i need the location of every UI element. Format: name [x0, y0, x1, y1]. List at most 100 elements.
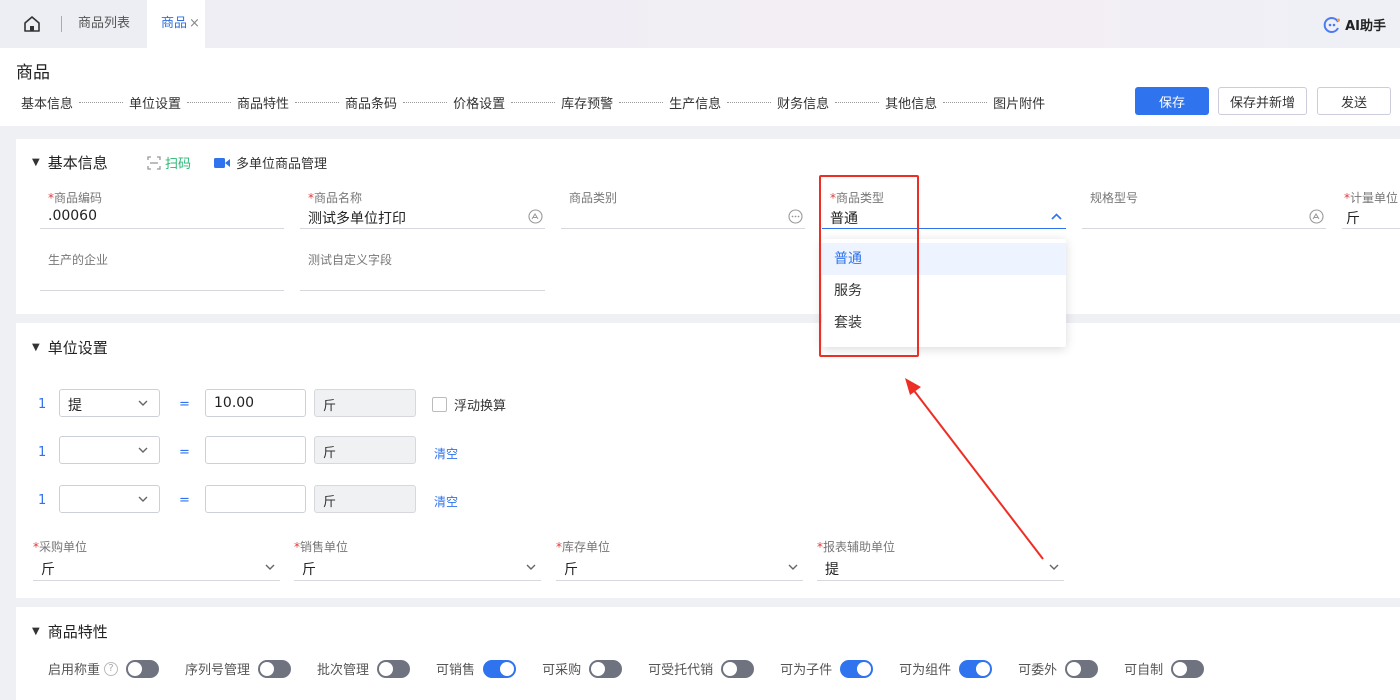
- switch-serial[interactable]: 序列号管理: [185, 659, 292, 678]
- ai-helper-icon: [1323, 16, 1341, 33]
- unit-ratio-number: 1: [38, 445, 47, 460]
- tab-product-list[interactable]: 商品列表: [78, 0, 130, 48]
- save-button[interactable]: 保存: [1135, 87, 1209, 115]
- base-unit-readonly: 斤: [314, 485, 416, 513]
- switch-outsource[interactable]: 可委外: [1018, 659, 1099, 678]
- step-attachments[interactable]: 图片附件: [993, 93, 1045, 112]
- switch-subpart[interactable]: 可为子件: [780, 659, 874, 678]
- measure-unit-field[interactable]: *计量单位 斤: [1342, 189, 1400, 229]
- equals-sign: =: [179, 493, 190, 508]
- unit-quantity-input[interactable]: [205, 485, 306, 513]
- step-price[interactable]: 价格设置: [453, 93, 505, 112]
- spec-model-field[interactable]: 规格型号: [1082, 189, 1326, 229]
- switch-self-made[interactable]: 可自制: [1124, 659, 1205, 678]
- field-label: 商品编码: [54, 191, 103, 205]
- feature-switch-row: 启用称重 ? 序列号管理 批次管理 可销售 可采购 可受托代销 可为子件 可为组…: [48, 659, 1230, 678]
- switch-consignment[interactable]: 可受托代销: [648, 659, 755, 678]
- help-icon[interactable]: ?: [104, 661, 119, 676]
- send-button[interactable]: 发送: [1317, 87, 1391, 115]
- close-icon[interactable]: ×: [189, 16, 200, 31]
- toggle[interactable]: [1065, 659, 1099, 678]
- basic-info-header[interactable]: ▼ 基本信息: [32, 152, 108, 173]
- multi-unit-label: 多单位商品管理: [236, 157, 328, 172]
- scan-button[interactable]: 扫码: [147, 153, 191, 172]
- translate-icon[interactable]: [1309, 209, 1324, 224]
- step-divider: [835, 102, 880, 103]
- custom-field[interactable]: 测试自定义字段: [300, 251, 545, 291]
- unit-quantity-input[interactable]: 10.00: [205, 389, 306, 417]
- switch-component[interactable]: 可为组件: [899, 659, 993, 678]
- switch-weighing[interactable]: 启用称重 ?: [48, 659, 160, 678]
- unit-select-value: 提: [68, 398, 82, 414]
- base-unit-readonly: 斤: [314, 436, 416, 464]
- float-conversion-checkbox[interactable]: 浮动换算: [432, 395, 506, 414]
- basic-info-section: ▼ 基本信息 扫码 多单位商品管理 *商品编码 .00060 *商品名称 测试多…: [16, 139, 1400, 314]
- product-features-section: ▼ 商品特性 启用称重 ? 序列号管理 批次管理 可销售 可采购 可受托代销 可…: [16, 607, 1400, 700]
- home-icon[interactable]: [22, 14, 42, 34]
- report-aux-unit-field[interactable]: *报表辅助单位 提: [817, 535, 1064, 581]
- manufacturer-field[interactable]: 生产的企业: [40, 251, 284, 291]
- step-production[interactable]: 生产信息: [669, 93, 721, 112]
- more-icon[interactable]: [788, 209, 803, 224]
- base-unit-value: 斤: [323, 495, 337, 510]
- toggle[interactable]: [126, 659, 160, 678]
- tab-product[interactable]: 商品 ×: [147, 0, 205, 48]
- switch-saleable[interactable]: 可销售: [436, 659, 517, 678]
- toggle[interactable]: [258, 659, 292, 678]
- step-other[interactable]: 其他信息: [885, 93, 937, 112]
- unit-select[interactable]: 提: [59, 389, 160, 417]
- ai-helper-button[interactable]: AI助手: [1323, 15, 1386, 34]
- switch-label: 批次管理: [317, 663, 370, 678]
- ai-helper-label: AI助手: [1345, 19, 1386, 34]
- step-unit-settings[interactable]: 单位设置: [129, 93, 181, 112]
- field-label: 测试自定义字段: [308, 253, 393, 267]
- field-label: 规格型号: [1090, 191, 1139, 205]
- switch-label: 启用称重: [48, 663, 101, 678]
- toggle-knob: [723, 661, 738, 676]
- unit-select[interactable]: [59, 485, 160, 513]
- base-unit-value: 斤: [323, 399, 337, 414]
- chevron-down-icon: [788, 564, 798, 570]
- toggle[interactable]: [483, 659, 517, 678]
- product-features-header[interactable]: ▼ 商品特性: [32, 621, 108, 642]
- product-name-value: 测试多单位打印: [308, 211, 406, 227]
- step-product-features[interactable]: 商品特性: [237, 93, 289, 112]
- unit-ratio-number: 1: [38, 397, 47, 412]
- step-barcode[interactable]: 商品条码: [345, 93, 397, 112]
- report-aux-unit-value: 提: [825, 562, 839, 578]
- stock-unit-field[interactable]: *库存单位 斤: [556, 535, 803, 581]
- toggle[interactable]: [959, 659, 993, 678]
- step-finance[interactable]: 财务信息: [777, 93, 829, 112]
- chevron-down-icon: [526, 564, 536, 570]
- field-label: 库存单位: [562, 540, 611, 554]
- step-basic-info[interactable]: 基本信息: [21, 93, 73, 112]
- checkbox-box[interactable]: [432, 397, 447, 412]
- switch-batch[interactable]: 批次管理: [317, 659, 411, 678]
- unit-settings-header[interactable]: ▼ 单位设置: [32, 337, 108, 358]
- product-code-field[interactable]: *商品编码 .00060: [40, 189, 284, 229]
- product-name-field[interactable]: *商品名称 测试多单位打印: [300, 189, 545, 229]
- unit-ratio-number: 1: [38, 493, 47, 508]
- toggle[interactable]: [377, 659, 411, 678]
- save-and-new-button[interactable]: 保存并新增: [1218, 87, 1307, 115]
- multi-unit-button[interactable]: 多单位商品管理: [214, 153, 327, 172]
- field-label: 报表辅助单位: [823, 540, 896, 554]
- switch-purchasable[interactable]: 可采购: [542, 659, 623, 678]
- scan-label: 扫码: [165, 157, 192, 172]
- field-label: 商品名称: [314, 191, 363, 205]
- clear-link[interactable]: 清空: [434, 445, 458, 462]
- step-stock-alert[interactable]: 库存预警: [561, 93, 613, 112]
- toggle[interactable]: [840, 659, 874, 678]
- toggle[interactable]: [589, 659, 623, 678]
- unit-select[interactable]: [59, 436, 160, 464]
- unit-quantity-input[interactable]: [205, 436, 306, 464]
- purchase-unit-field[interactable]: *采购单位 斤: [33, 535, 280, 581]
- product-category-field[interactable]: 商品类别: [561, 189, 805, 229]
- toggle-knob: [260, 661, 275, 676]
- toggle[interactable]: [721, 659, 755, 678]
- chevron-up-icon[interactable]: [1049, 209, 1064, 224]
- sales-unit-field[interactable]: *销售单位 斤: [294, 535, 541, 581]
- translate-icon[interactable]: [528, 209, 543, 224]
- clear-link[interactable]: 清空: [434, 493, 458, 510]
- toggle[interactable]: [1171, 659, 1205, 678]
